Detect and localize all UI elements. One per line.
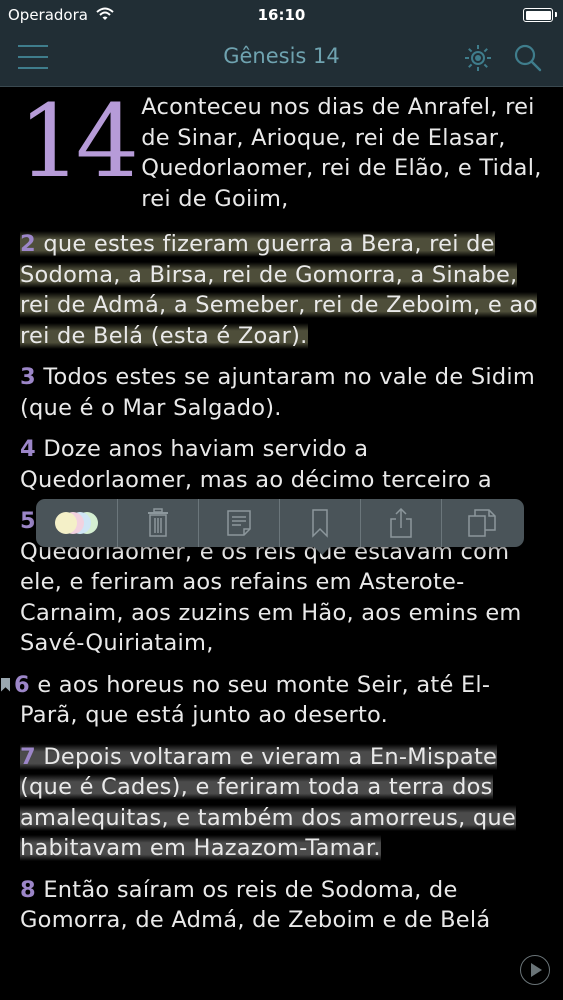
search-icon[interactable] <box>512 42 544 74</box>
note-icon <box>226 510 251 536</box>
delete-button[interactable] <box>117 499 199 547</box>
verse-text: que estes fizeram guerra a Bera, rei de … <box>20 231 538 349</box>
verse-action-toolbar <box>36 499 524 555</box>
bookmark-button[interactable] <box>279 499 361 547</box>
share-button[interactable] <box>360 499 442 547</box>
bookmark-icon <box>1 677 10 692</box>
bookmark-outline-icon <box>311 509 328 538</box>
battery-icon <box>523 8 557 22</box>
verse-4[interactable]: 4 Doze anos haviam servido a Quedorlaome… <box>20 434 545 495</box>
verse-3[interactable]: 3 Todos estes se ajuntaram no vale de Si… <box>20 362 545 423</box>
verse-1[interactable]: 14 Aconteceu nos dias de Anrafel, rei de … <box>18 83 545 214</box>
note-button[interactable] <box>198 499 280 547</box>
status-bar: Operadora 16:10 <box>0 0 563 30</box>
highlight-colors-icon <box>54 512 98 534</box>
verse-number: 5 <box>20 508 36 534</box>
chapter-number: 14 <box>18 83 139 200</box>
verse-8[interactable]: 8 Então saíram os reis de Sodoma, de Gom… <box>20 875 545 936</box>
verse-2[interactable]: 2 que estes fizeram guerra a Bera, rei d… <box>20 229 545 351</box>
verse-text: Doze anos haviam servido a Quedorlaomer,… <box>20 436 492 493</box>
copy-button[interactable] <box>441 499 522 547</box>
verse-text: e aos horeus no seu monte Seir, até El-P… <box>20 671 491 729</box>
brightness-icon[interactable] <box>463 43 493 73</box>
verse-number: 7 <box>20 743 36 770</box>
share-icon <box>389 507 412 538</box>
clock: 16:10 <box>257 6 306 24</box>
verse-number: 2 <box>20 231 36 257</box>
verse-number: 6 <box>14 671 30 698</box>
navigation-bar: Gênesis 14 <box>0 30 563 87</box>
trash-icon <box>147 508 168 537</box>
highlight-color-button[interactable] <box>36 499 118 547</box>
verse-number: 3 <box>20 364 36 390</box>
verse-number: 4 <box>20 436 36 462</box>
play-audio-icon[interactable] <box>520 955 550 985</box>
verse-text: Aconteceu nos dias de Anrafel, rei de Si… <box>141 94 542 212</box>
verse-6[interactable]: 6 e aos horeus no seu monte Seir, até El… <box>1 670 545 731</box>
verse-text: Então saíram os reis de Sodoma, de Gomor… <box>20 876 491 934</box>
verse-text: Todos estes se ajuntaram no vale de Sidi… <box>20 364 536 421</box>
verse-number: 8 <box>20 876 36 903</box>
verse-7[interactable]: 7 Depois voltaram e vieram a En-Mispate … <box>20 742 545 864</box>
verse-text: Depois voltaram e vieram a En-Mispate (q… <box>20 743 517 862</box>
copy-icon <box>467 509 496 537</box>
